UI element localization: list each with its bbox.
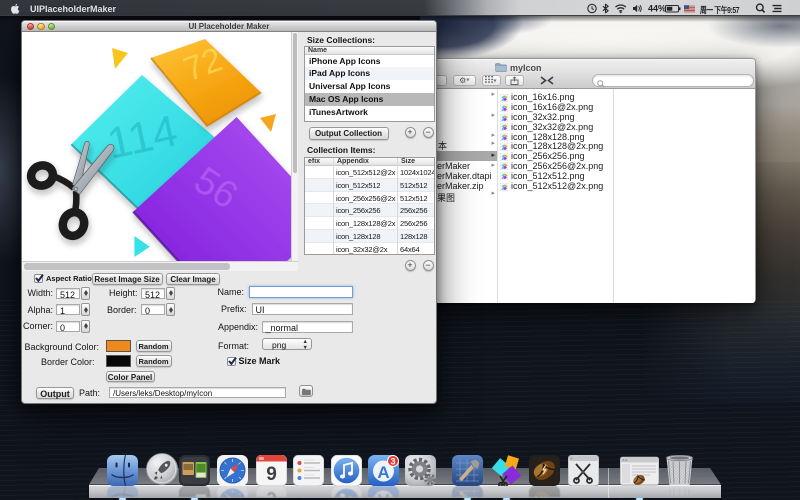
svg-text:44%: 44% <box>648 4 666 14</box>
